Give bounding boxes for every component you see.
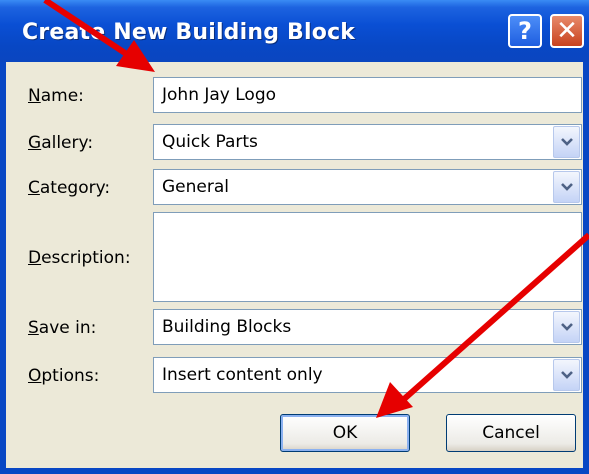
description-textarea[interactable]	[153, 212, 582, 302]
title-bar[interactable]: Create New Building Block ? ✕	[0, 0, 589, 62]
chevron-down-icon	[560, 323, 573, 331]
help-icon: ?	[518, 17, 532, 45]
ok-button[interactable]: OK	[280, 414, 410, 452]
dialog-title: Create New Building Block	[22, 20, 356, 45]
save-in-label: Save in:	[28, 318, 97, 338]
options-dropdown-button[interactable]	[553, 359, 580, 391]
description-label: Description:	[28, 248, 131, 268]
create-building-block-dialog: Create New Building Block ? ✕ Name: John…	[0, 0, 589, 474]
close-icon: ✕	[556, 16, 578, 46]
save-in-dropdown-button[interactable]	[553, 311, 580, 343]
save-in-dropdown[interactable]: Building Blocks	[153, 309, 582, 345]
category-value: General	[162, 177, 229, 197]
close-button[interactable]: ✕	[550, 14, 584, 48]
name-value: John Jay Logo	[162, 85, 277, 105]
name-label: Name:	[28, 86, 84, 106]
chevron-down-icon	[560, 138, 573, 146]
gallery-value: Quick Parts	[162, 132, 258, 152]
gallery-dropdown-button[interactable]	[553, 126, 580, 158]
category-dropdown[interactable]: General	[153, 169, 582, 205]
cancel-button[interactable]: Cancel	[446, 414, 576, 452]
options-dropdown[interactable]: Insert content only	[153, 357, 582, 393]
category-label: Category:	[28, 178, 111, 198]
category-dropdown-button[interactable]	[553, 171, 580, 203]
gallery-label: Gallery:	[28, 133, 94, 153]
options-value: Insert content only	[162, 365, 323, 385]
help-button[interactable]: ?	[508, 14, 542, 48]
chevron-down-icon	[560, 371, 573, 379]
options-label: Options:	[28, 366, 100, 386]
gallery-dropdown[interactable]: Quick Parts	[153, 124, 582, 160]
name-input[interactable]: John Jay Logo	[153, 77, 582, 113]
chevron-down-icon	[560, 183, 573, 191]
save-in-value: Building Blocks	[162, 317, 292, 337]
